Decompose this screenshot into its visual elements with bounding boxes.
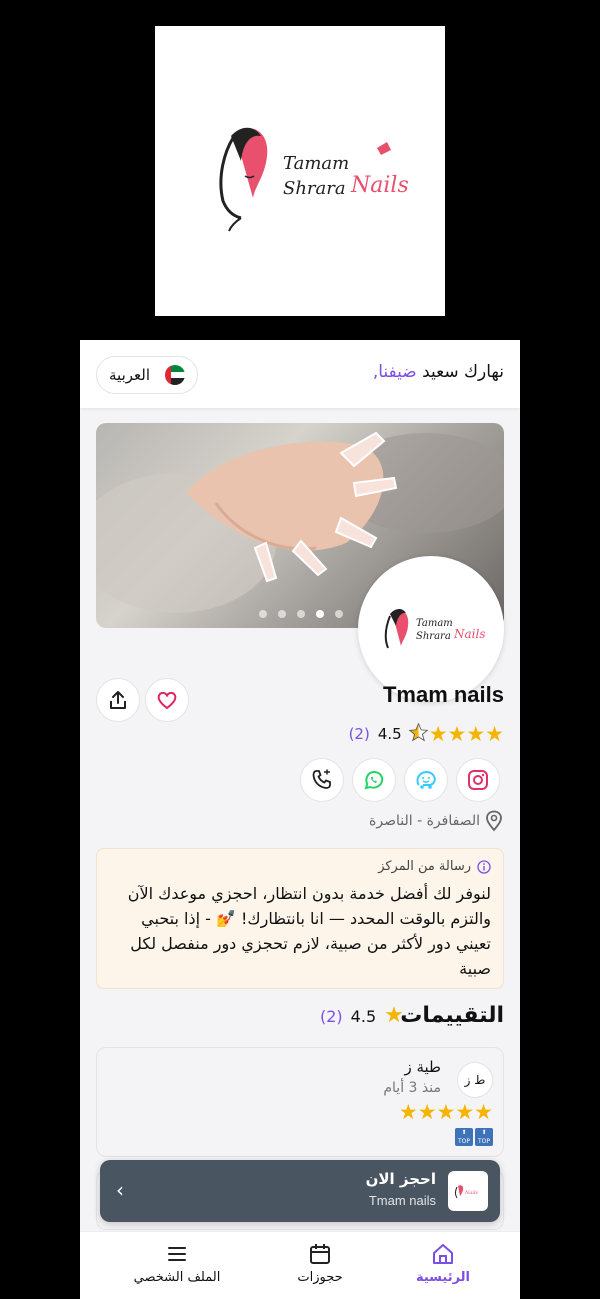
- carousel-dot[interactable]: [278, 610, 287, 618]
- svg-text:Shrara: Shrara: [416, 631, 451, 642]
- carousel-dot[interactable]: [259, 610, 267, 618]
- reviews-count[interactable]: (2): [320, 1007, 343, 1026]
- instagram-icon: [468, 770, 488, 790]
- app-screen: العربية نهارك سعيد ضيفنا, Tamam Shrara N…: [80, 340, 520, 1299]
- greeting: نهارك سعيد ضيفنا,: [373, 362, 504, 382]
- info-icon: [477, 859, 491, 874]
- message-title: رسالة من المركز: [378, 859, 491, 874]
- center-message: رسالة من المركز لنوفر لك أفضل خدمة بدون …: [96, 848, 504, 989]
- review-stars: ★★★★★: [399, 1102, 493, 1123]
- star-icon: ★: [447, 721, 467, 746]
- instagram-button[interactable]: [456, 758, 500, 802]
- message-body: لنوفر لك أفضل خدمة بدون انتظار، احجزي مو…: [127, 884, 491, 978]
- phone-icon: [312, 769, 331, 789]
- logo-woman-face-icon: Tamam Shrara Nails: [219, 127, 409, 232]
- carousel-dot-active[interactable]: [316, 610, 325, 618]
- carousel-dot[interactable]: [297, 610, 306, 618]
- book-now-subtitle: Tmam nails: [368, 1193, 436, 1208]
- waze-button[interactable]: [404, 758, 448, 802]
- share-button[interactable]: [96, 678, 140, 722]
- reviewer-name: طية ز: [404, 1058, 441, 1076]
- language-label: العربية: [109, 366, 150, 384]
- salon-logo: Tamam Shrara Nails: [155, 26, 445, 316]
- favorite-button[interactable]: [145, 678, 189, 722]
- review-badges: ⬆ TOP ⬆ TOP: [455, 1128, 493, 1146]
- svg-text:Tamam: Tamam: [416, 618, 453, 629]
- nav-bookings-label: حجوزات: [297, 1270, 343, 1285]
- svg-text:Tamam: Tamam: [283, 153, 349, 174]
- rating-count[interactable]: (2): [349, 725, 370, 743]
- nav-home[interactable]: الرئيسية: [388, 1238, 498, 1285]
- top-badge-icon: ⬆ TOP: [455, 1128, 473, 1146]
- top-badge-icon: ⬆ TOP: [475, 1128, 493, 1146]
- review-time: منذ 3 أيام: [383, 1080, 441, 1096]
- guest-name: ضيفنا,: [372, 362, 417, 382]
- star-icon: ★: [417, 1100, 437, 1124]
- review-card: ط ز طية ز منذ 3 أيام ★★★★★ ⬆ TOP ⬆ TOP: [96, 1047, 504, 1157]
- star-icon: ★: [436, 1100, 456, 1124]
- calendar-icon: [310, 1244, 330, 1264]
- star-icon: ★: [485, 721, 504, 746]
- carousel-dot[interactable]: [335, 610, 344, 618]
- book-now-title: احجز الان: [365, 1170, 436, 1188]
- greeting-text: نهارك سعيد: [422, 362, 504, 382]
- top-bar: العربية نهارك سعيد ضيفنا,: [80, 340, 520, 408]
- salon-avatar: Tamam Shrara Nails: [358, 556, 504, 702]
- salon-location[interactable]: الصفافرة - الناصرة: [369, 810, 504, 832]
- salon-thumbnail: Nails: [448, 1171, 488, 1211]
- location-text: الصفافرة - الناصرة: [369, 813, 480, 829]
- star-icon: ★: [474, 1100, 493, 1124]
- heart-icon: [157, 691, 177, 710]
- reviewer-avatar: ط ز: [457, 1062, 493, 1098]
- language-selector[interactable]: العربية: [96, 356, 198, 394]
- nav-home-label: الرئيسية: [415, 1270, 471, 1285]
- home-icon: [433, 1244, 453, 1264]
- carousel-dots: [256, 603, 346, 622]
- star-icon: ★: [466, 721, 486, 746]
- chevron-left-icon: ‹: [116, 1178, 124, 1202]
- svg-text:Nails: Nails: [453, 627, 486, 641]
- book-now-bar[interactable]: Nails احجز الان Tmam nails ‹: [100, 1160, 500, 1222]
- salon-name: Tmam nails: [382, 682, 504, 707]
- waze-icon: [416, 770, 436, 789]
- svg-text:Nails: Nails: [350, 173, 409, 198]
- whatsapp-button[interactable]: [352, 758, 396, 802]
- salon-rating: (2) 4.5 ★ ★ ★ ★: [349, 720, 504, 748]
- bottom-navigation: الرئيسية حجوزات الملف الشخصي: [80, 1231, 520, 1299]
- reviews-rating: 4.5: [350, 1006, 377, 1026]
- nav-profile[interactable]: الملف الشخصي: [122, 1238, 232, 1285]
- svg-text:Nails: Nails: [464, 1190, 479, 1196]
- reviews-heading: التقييمات: [400, 1003, 504, 1028]
- reviews-summary: (2) 4.5 ★: [320, 1005, 404, 1027]
- menu-icon: [168, 1247, 186, 1261]
- nav-bookings[interactable]: حجوزات: [265, 1238, 375, 1285]
- location-pin-icon: [486, 810, 502, 832]
- whatsapp-icon: [364, 770, 384, 790]
- share-icon: [110, 691, 126, 709]
- rating-value: 4.5: [377, 725, 402, 743]
- nav-profile-label: الملف الشخصي: [133, 1270, 221, 1285]
- half-star-icon: [408, 722, 429, 747]
- uae-flag-icon: [165, 365, 185, 385]
- call-button[interactable]: [300, 758, 344, 802]
- svg-text:Shrara: Shrara: [283, 178, 346, 199]
- star-icon: ★: [384, 1003, 404, 1028]
- star-icon: ★: [455, 1100, 475, 1124]
- message-title-text: رسالة من المركز: [378, 859, 471, 874]
- star-icon: ★: [398, 1100, 418, 1124]
- star-icon: ★: [428, 721, 448, 746]
